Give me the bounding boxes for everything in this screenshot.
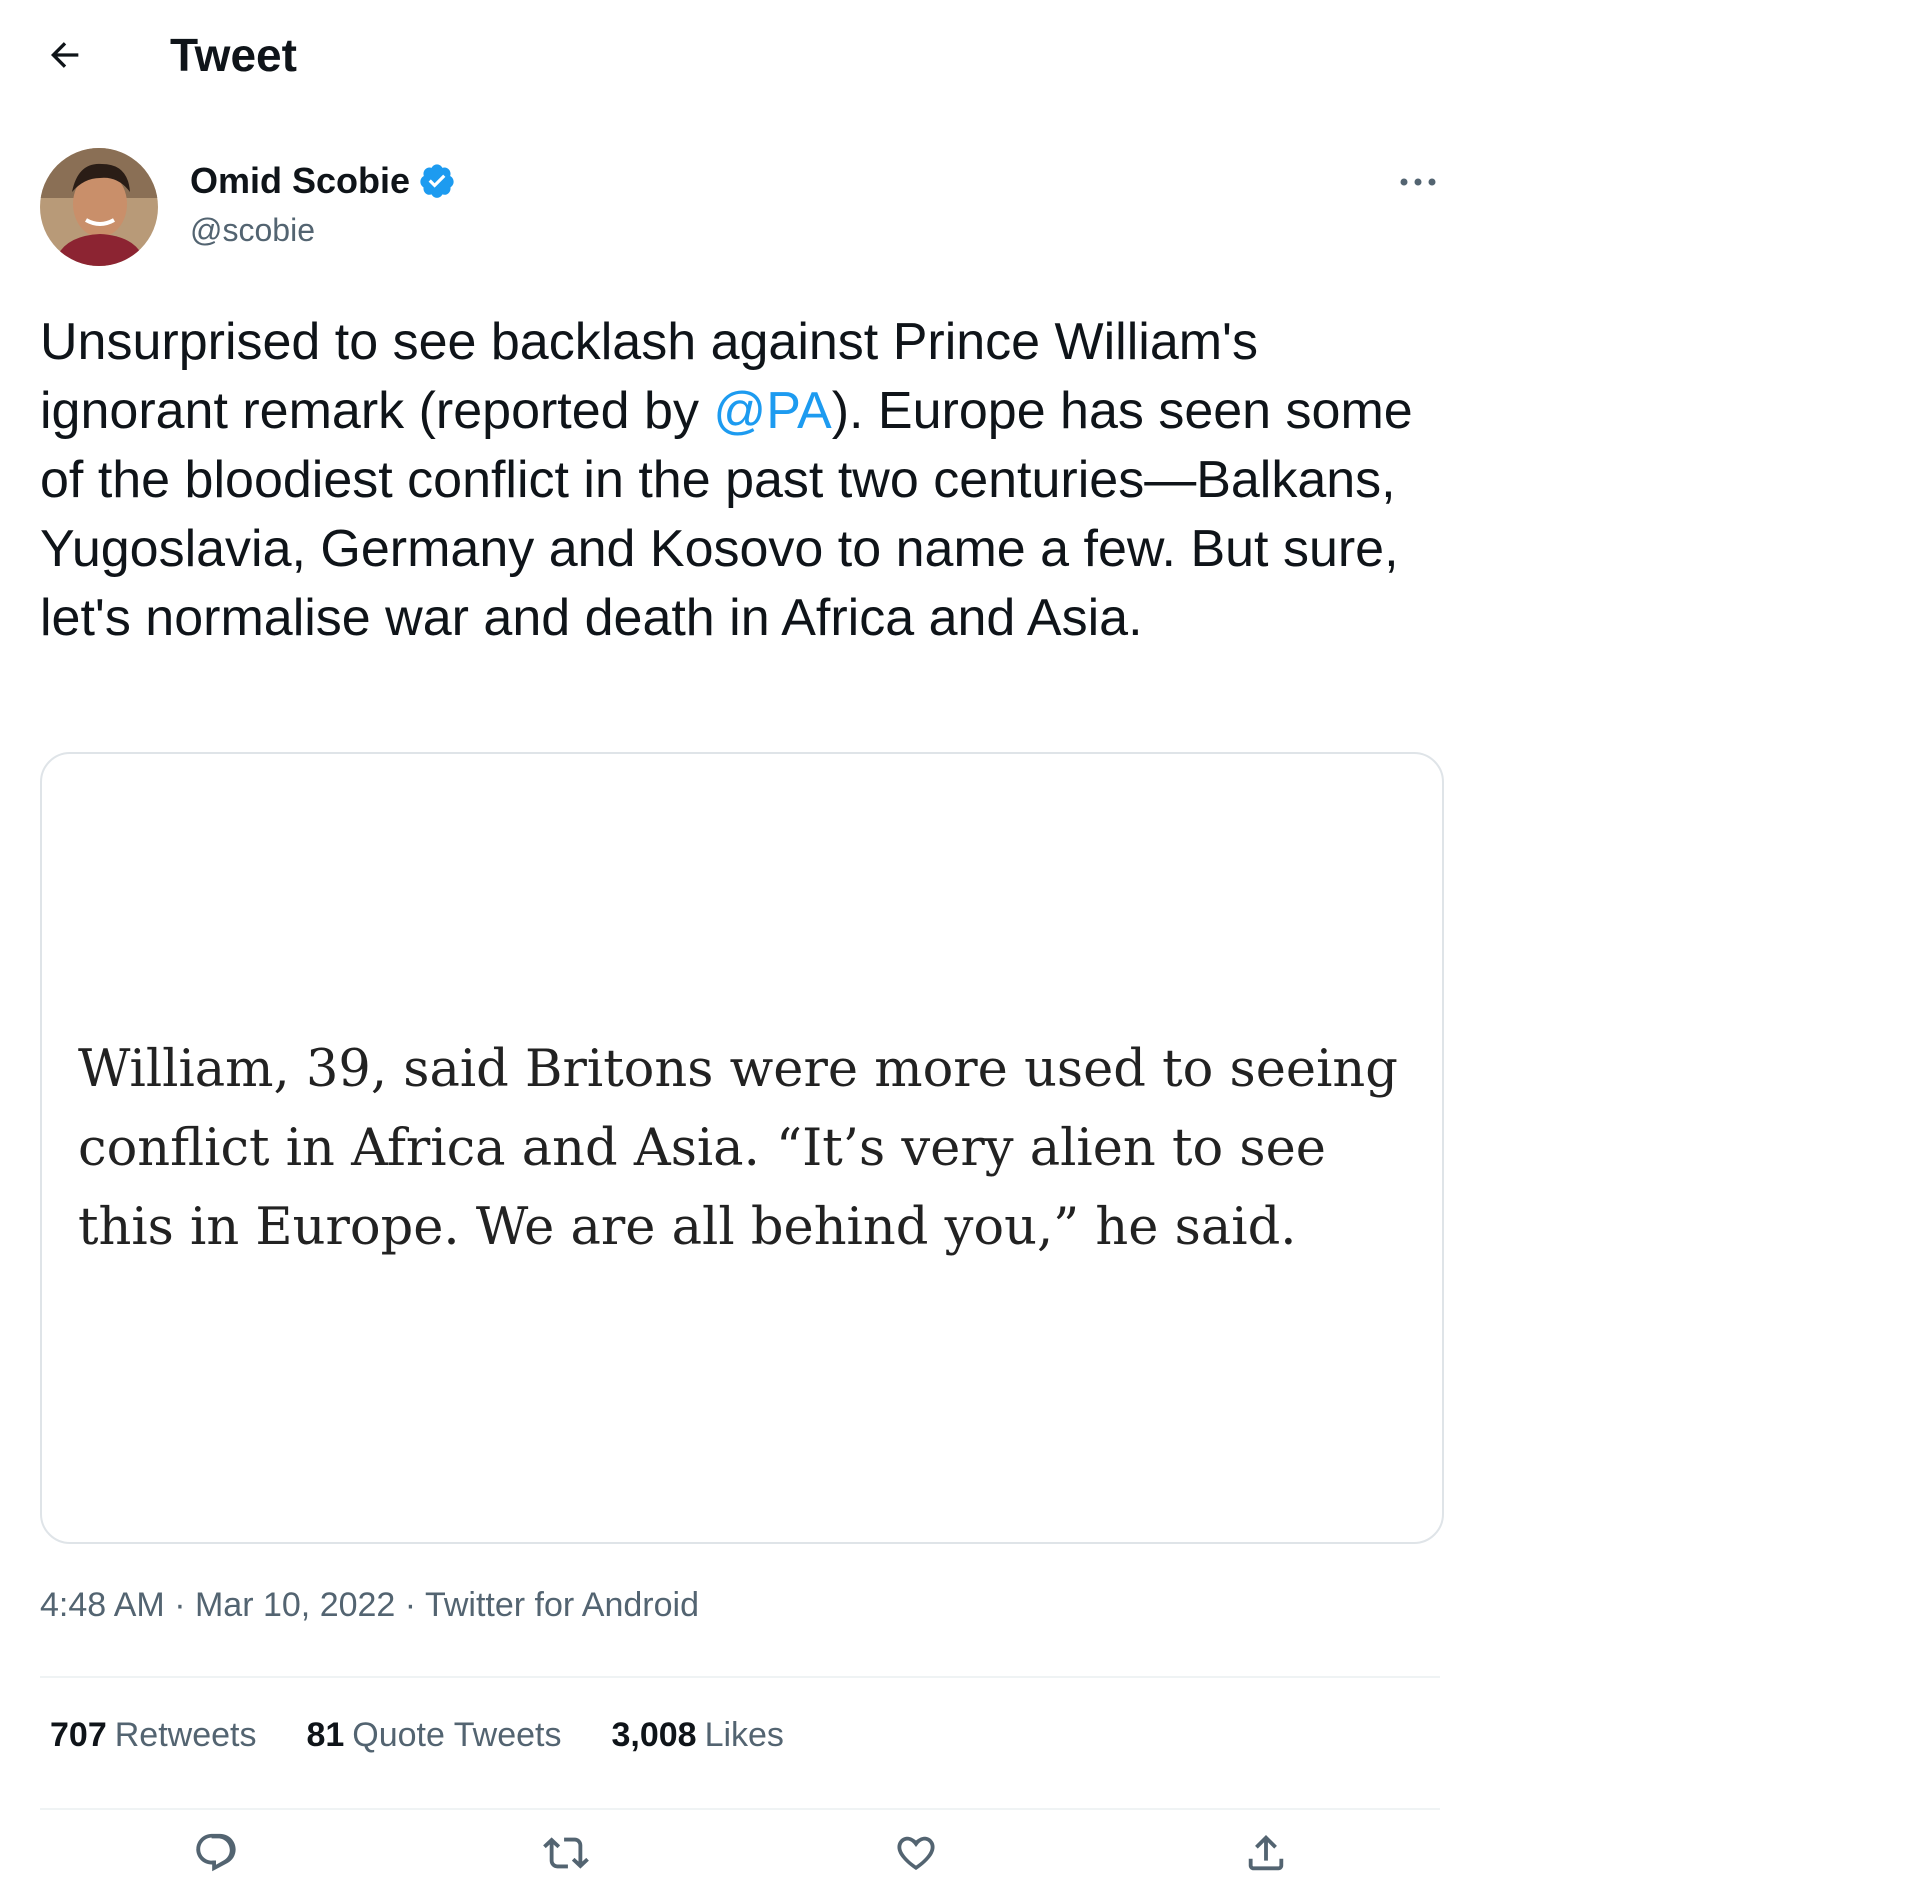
share-icon [1248, 1834, 1284, 1871]
media-quote-text: William, 39, said Britons were more used… [78, 1040, 1398, 1257]
display-name[interactable]: Omid Scobie [190, 160, 410, 202]
quote-tweets-count: 81 [306, 1716, 345, 1754]
more-dots-icon [1400, 178, 1436, 186]
page-title: Tweet [170, 29, 297, 81]
tweet-page: Tweet Omid Scobie @scobie Unsurprised to… [0, 0, 1920, 1880]
tweet-text: Unsurprised to see backlash against Prin… [40, 308, 1460, 653]
reply-button[interactable] [186, 1830, 246, 1880]
tweet-actions [40, 1830, 1440, 1880]
more-options-button[interactable] [1388, 162, 1448, 202]
back-arrow-icon [51, 42, 79, 68]
back-button[interactable] [40, 30, 90, 80]
retweets-count: 707 [50, 1716, 107, 1754]
quote-tweets-stat[interactable]: 81 Quote Tweets [306, 1716, 561, 1755]
likes-count: 3,008 [611, 1716, 697, 1754]
author-names: Omid Scobie @scobie [190, 160, 456, 249]
share-button[interactable] [1236, 1830, 1296, 1880]
quote-tweets-label: Quote Tweets [352, 1716, 562, 1754]
author-handle[interactable]: @scobie [190, 212, 456, 249]
meta-separator: · [174, 1586, 186, 1624]
tweet-time[interactable]: 4:48 AM [40, 1586, 165, 1624]
divider [40, 1808, 1440, 1810]
retweet-button[interactable] [536, 1830, 596, 1880]
retweets-label: Retweets [114, 1716, 257, 1754]
reply-icon [196, 1833, 236, 1872]
tweet-source[interactable]: Twitter for Android [425, 1586, 699, 1624]
tweet-media[interactable]: William, 39, said Britons were more used… [40, 752, 1444, 1544]
like-icon [897, 1836, 935, 1871]
retweets-stat[interactable]: 707 Retweets [50, 1716, 256, 1755]
retweet-icon [543, 1837, 589, 1869]
tweet-timestamp: 4:48 AM · Mar 10, 2022 · Twitter for And… [40, 1586, 699, 1625]
verified-badge-icon [420, 164, 454, 198]
meta-separator: · [404, 1586, 417, 1624]
mention-link[interactable]: @PA [713, 382, 831, 440]
tweet-date[interactable]: Mar 10, 2022 [195, 1586, 395, 1624]
header: Tweet [40, 20, 297, 90]
likes-stat[interactable]: 3,008 Likes [611, 1716, 783, 1755]
avatar[interactable] [40, 148, 158, 266]
tweet-stats: 707 Retweets 81 Quote Tweets 3,008 Likes [50, 1716, 834, 1755]
tweet-author: Omid Scobie @scobie [40, 148, 1440, 270]
avatar-image [40, 148, 158, 266]
like-button[interactable] [886, 1830, 946, 1880]
divider [40, 1676, 1440, 1678]
likes-label: Likes [704, 1716, 784, 1754]
